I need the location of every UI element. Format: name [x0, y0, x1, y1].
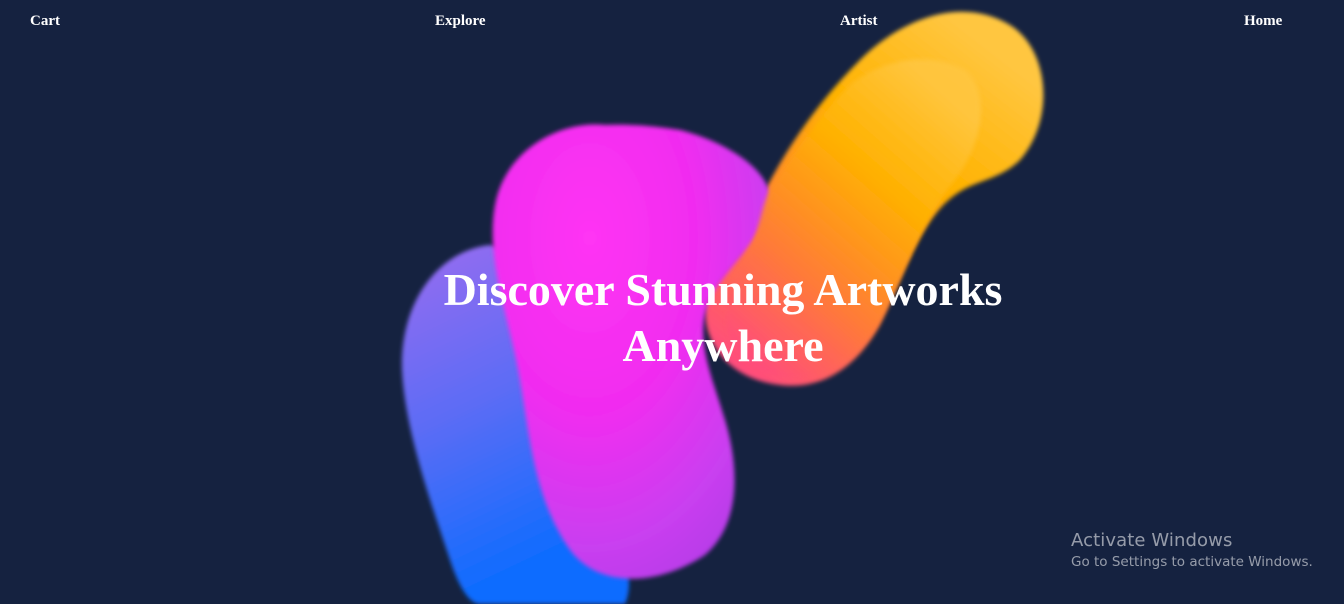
windows-activation-watermark: Activate Windows Go to Settings to activ… [1071, 529, 1313, 571]
nav-link-artist[interactable]: Artist [840, 12, 878, 30]
watermark-title: Activate Windows [1071, 530, 1233, 551]
hero-heading: Discover Stunning Artworks Anywhere [443, 264, 1003, 371]
watermark-subtitle: Go to Settings to activate Windows. [1071, 554, 1313, 570]
nav-link-cart[interactable]: Cart [30, 12, 60, 30]
nav-link-home[interactable]: Home [1244, 12, 1282, 30]
nav-link-explore[interactable]: Explore [435, 12, 486, 30]
top-navigation: Cart Explore Artist Home [0, 0, 1344, 44]
hero-section: Discover Stunning Artworks Anywhere [372, 262, 1074, 374]
